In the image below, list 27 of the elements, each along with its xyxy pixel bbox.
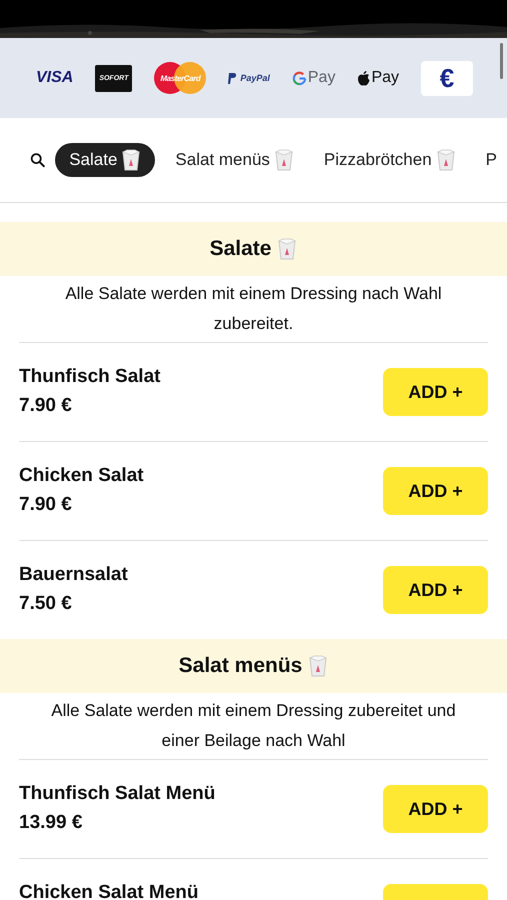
section-title: Salat menüs (178, 654, 302, 678)
section-description: Alle Salate werden mit einem Dressing zubereitet und einer Beilage nach Wahl (19, 693, 488, 760)
paypal-logo: PayPal (228, 72, 270, 84)
item-price: 7.50 € (19, 594, 73, 614)
category-tab[interactable]: Pizzabrötchen (314, 143, 466, 177)
add-button[interactable]: ADD + (383, 368, 488, 416)
item-price: 7.90 € (19, 495, 73, 515)
apple-pay-logo: Pay (357, 69, 400, 87)
euro-logo: € (421, 60, 474, 96)
item-name: Chicken Salat (19, 466, 144, 486)
category-tab[interactable]: P (476, 144, 507, 176)
add-button[interactable]: ADD + (383, 566, 488, 614)
add-button[interactable]: ADD + (383, 785, 488, 833)
google-pay-logo: Pay (292, 69, 336, 87)
item-name: Thunfisch Salat (19, 367, 160, 387)
item-name: Chicken Salat Menü (19, 883, 198, 900)
item-name: Bauernsalat (19, 565, 128, 585)
visa-logo: VISA (36, 69, 74, 87)
item-price: 13.99 € (19, 813, 84, 833)
category-tab[interactable]: Salat menüs (165, 143, 304, 177)
section-title: Salate (210, 237, 272, 261)
category-tab[interactable]: Salate (55, 143, 156, 177)
item-name: Thunfisch Salat Menü (19, 784, 216, 804)
add-button[interactable]: ADD + (383, 467, 488, 515)
section-description: Alle Salate werden mit einem Dressing nach Wahl zubereitet. (19, 276, 488, 343)
item-price: 7.90 € (19, 396, 73, 416)
scrollbar[interactable] (500, 43, 503, 79)
